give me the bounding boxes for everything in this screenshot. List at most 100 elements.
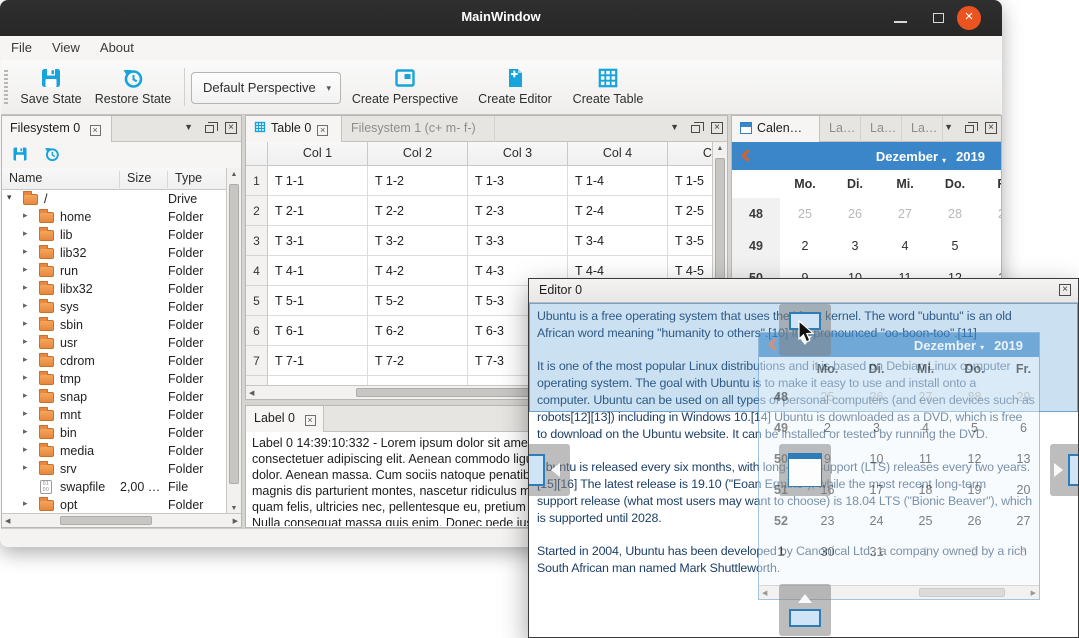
calendar-day[interactable]: 2 [950, 536, 999, 567]
table-cell[interactable]: T 1-5 [668, 166, 713, 196]
calendar-day[interactable]: 4 [901, 412, 950, 443]
table-cell[interactable]: T 3-4 [568, 226, 668, 256]
expander-closed-icon[interactable]: ▸ [23, 408, 28, 419]
menu-item-file[interactable]: File [1, 36, 42, 55]
column-header-size[interactable]: Size [120, 171, 168, 188]
table-cell[interactable]: T 7-1 [268, 346, 368, 376]
tree-row[interactable]: ▸cdromFolder [2, 352, 226, 370]
tree-row[interactable]: ▸mediaFolder [2, 442, 226, 460]
scroll-right-icon[interactable]: ▶ [233, 517, 238, 525]
calendar-day[interactable]: 29 [999, 381, 1039, 412]
column-header-type[interactable]: Type [168, 171, 226, 188]
table-cell[interactable]: T 6-2 [368, 316, 468, 346]
table-cell[interactable]: T 1-3 [468, 166, 568, 196]
tree-row[interactable]: ▸libx32Folder [2, 280, 226, 298]
calendar-day[interactable]: 17 [852, 474, 901, 505]
calendar-day[interactable]: 27 [901, 381, 950, 412]
titlebar[interactable]: MainWindow × [0, 0, 1002, 36]
scrollbar-thumb[interactable] [60, 516, 152, 525]
tab-calendar[interactable]: Calen… [732, 116, 820, 142]
calendar-day[interactable]: 26 [830, 198, 880, 230]
expander-closed-icon[interactable]: ▸ [23, 336, 28, 347]
calendar-day[interactable]: 28 [950, 381, 999, 412]
column-header[interactable]: Col 2 [368, 142, 468, 166]
dock-indicator-bottom[interactable] [779, 584, 831, 636]
column-header[interactable]: Col 4 [568, 142, 668, 166]
table-cell[interactable]: T 1-4 [568, 166, 668, 196]
calendar-day[interactable]: 3 [999, 536, 1039, 567]
expander-closed-icon[interactable]: ▸ [23, 318, 28, 329]
calendar-day[interactable]: 18 [901, 474, 950, 505]
table-cell[interactable]: T 1-1 [268, 166, 368, 196]
expander-closed-icon[interactable]: ▸ [23, 246, 28, 257]
filesystem-vscrollbar[interactable]: ▲ ▼ [226, 168, 241, 515]
maximize-button[interactable] [928, 7, 950, 29]
calendar-day[interactable]: 3 [830, 230, 880, 262]
expander-closed-icon[interactable]: ▸ [23, 462, 28, 473]
table-cell[interactable]: T 7-2 [368, 346, 468, 376]
tree-row[interactable]: ▸snapFolder [2, 388, 226, 406]
table-cell[interactable]: T 2-4 [568, 196, 668, 226]
scroll-down-icon[interactable]: ▼ [227, 505, 241, 512]
scroll-up-icon[interactable]: ▲ [227, 171, 241, 178]
calendar-day[interactable]: 23 [803, 505, 852, 536]
undock-icon[interactable] [965, 125, 974, 133]
editor-titlebar[interactable]: Editor 0 × [529, 279, 1078, 303]
calendar-day[interactable]: 3 [852, 412, 901, 443]
scroll-left-icon[interactable]: ◀ [5, 517, 10, 525]
table-cell[interactable]: T 3-3 [468, 226, 568, 256]
table-cell[interactable]: T 5-2 [368, 286, 468, 316]
dock-indicator-left[interactable] [529, 444, 570, 496]
tree-row[interactable]: ▸homeFolder [2, 208, 226, 226]
panel-menu-icon[interactable]: ▼ [670, 122, 679, 132]
expander-closed-icon[interactable]: ▸ [23, 228, 28, 239]
create-table-button[interactable]: Create Table [567, 65, 649, 106]
column-header[interactable]: Col 3 [468, 142, 568, 166]
column-header-name[interactable]: Name [2, 171, 120, 188]
table-cell[interactable]: T 2-5 [668, 196, 713, 226]
menu-item-about[interactable]: About [90, 36, 144, 55]
calendar-day[interactable]: 26 [950, 505, 999, 536]
tab-close-icon[interactable]: × [305, 415, 316, 426]
calendar-day[interactable]: 29 [980, 198, 1001, 230]
calendar-day[interactable]: 30 [803, 536, 852, 567]
tree-row[interactable]: ▸optFolder [2, 496, 226, 514]
calendar-day[interactable]: 6 [980, 230, 1001, 262]
calendar-day[interactable]: 19 [950, 474, 999, 505]
table-cell[interactable]: T 6-1 [268, 316, 368, 346]
panel-close-icon[interactable]: × [225, 122, 237, 134]
table-cell[interactable]: T 4-2 [368, 256, 468, 286]
dock-indicator-right[interactable] [1050, 444, 1078, 496]
create-perspective-button[interactable]: Create Perspective [345, 65, 465, 106]
create-editor-button[interactable]: Create Editor [467, 65, 563, 106]
tree-row[interactable]: ▸runFolder [2, 262, 226, 280]
tab-close-icon[interactable]: × [317, 125, 328, 136]
scroll-left-icon[interactable]: ◀ [249, 389, 254, 397]
row-header[interactable]: 3 [246, 226, 268, 256]
table-cell[interactable]: T 2-2 [368, 196, 468, 226]
filesystem-hscrollbar[interactable]: ◀ ▶ [2, 513, 241, 527]
calendar-day[interactable]: 11 [901, 443, 950, 474]
row-header[interactable]: 6 [246, 316, 268, 346]
tree-row[interactable]: ▾/Drive [2, 190, 226, 208]
undock-icon[interactable] [691, 125, 700, 133]
restore-state-button[interactable]: Restore State [89, 65, 177, 106]
calendar-day[interactable]: 24 [852, 505, 901, 536]
table-cell[interactable]: T 4-1 [268, 256, 368, 286]
editor-content[interactable]: Ubuntu is a free operating system that u… [529, 303, 1078, 637]
tab-close-icon[interactable]: × [90, 125, 101, 136]
calendar-day[interactable]: 1 [901, 536, 950, 567]
previous-month-icon[interactable] [741, 149, 754, 162]
calendar-day[interactable]: 4 [880, 230, 930, 262]
expander-closed-icon[interactable]: ▸ [23, 498, 28, 509]
calendar-day[interactable]: 20 [999, 474, 1039, 505]
column-header[interactable]: Col 5 [668, 142, 713, 166]
tab-table-0[interactable]: Table 0× [246, 116, 342, 142]
month-label[interactable]: Dezember [876, 149, 938, 164]
perspective-combobox[interactable]: Default Perspective ▾ [191, 72, 341, 104]
undock-icon[interactable] [205, 125, 214, 133]
row-header[interactable]: 2 [246, 196, 268, 226]
calendar-day[interactable]: 10 [852, 443, 901, 474]
row-header[interactable]: 4 [246, 256, 268, 286]
calendar-day[interactable]: 25 [901, 505, 950, 536]
